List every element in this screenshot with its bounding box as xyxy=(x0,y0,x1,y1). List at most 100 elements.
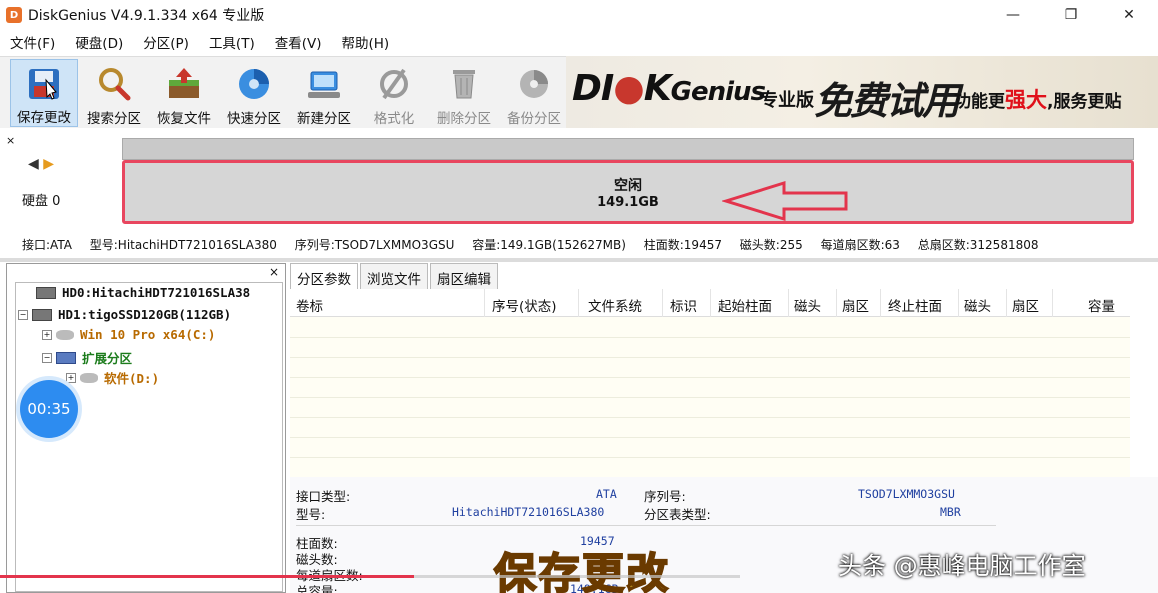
video-progress-bar[interactable] xyxy=(0,575,740,578)
new-partition-icon xyxy=(305,65,343,103)
menu-disk[interactable]: 硬盘(D) xyxy=(65,32,133,52)
red-arrow-annotation-icon xyxy=(722,180,848,222)
promo-banner[interactable]: DI●KGenius 专业版 免费试用 功能更强大,服务更贴 xyxy=(566,56,1158,128)
grid-row-line xyxy=(290,357,1130,358)
menu-bar: 文件(F) 硬盘(D) 分区(P) 工具(T) 查看(V) 帮助(H) xyxy=(0,30,1158,54)
delete-partition-button[interactable]: 删除分区 xyxy=(430,59,498,127)
partition-icon xyxy=(80,372,98,383)
app-logo-icon: D xyxy=(6,7,22,23)
col-filesystem[interactable]: 文件系统 xyxy=(588,295,642,315)
recover-icon xyxy=(165,65,203,103)
save-icon xyxy=(25,66,63,102)
new-partition-label: 新建分区 xyxy=(297,111,351,127)
prop-interface-value: ATA xyxy=(596,487,617,501)
free-space-block[interactable]: 空闲 149.1GB xyxy=(122,160,1134,224)
search-partition-label: 搜索分区 xyxy=(87,111,141,127)
tree-item-c-drive[interactable]: + Win 10 Pro x64(C:) xyxy=(42,327,215,342)
col-volume-label[interactable]: 卷标 xyxy=(296,295,323,315)
tree-item-hd0[interactable]: HD0:HitachiHDT721016SLA38 xyxy=(36,285,250,300)
prop-interface-label: 接口类型: xyxy=(296,489,351,504)
menu-partition[interactable]: 分区(P) xyxy=(133,32,199,52)
col-start-head[interactable]: 磁头 xyxy=(794,295,821,315)
tree-item-extended[interactable]: − 扩展分区 xyxy=(42,348,132,367)
grid-row-line xyxy=(290,337,1130,338)
close-button[interactable]: ✕ xyxy=(1100,0,1158,30)
expand-icon[interactable]: + xyxy=(42,329,52,340)
col-id[interactable]: 标识 xyxy=(670,295,697,315)
backup-partition-button[interactable]: 备份分区 xyxy=(500,59,568,127)
tree-item-hd1[interactable]: − HD1:tigoSSD120GB(112GB) xyxy=(18,307,231,322)
prop-total-capacity-label: 总容量: xyxy=(296,584,338,593)
disk-info-capacity: 容量:149.1GB(152627MB) xyxy=(472,238,626,252)
hard-disk-icon xyxy=(36,286,56,299)
menu-help[interactable]: 帮助(H) xyxy=(332,32,400,52)
window-controls: — ❐ ✕ xyxy=(984,0,1158,30)
prop-serial-label: 序列号: xyxy=(644,489,686,504)
table-scrollbar[interactable] xyxy=(1130,289,1158,479)
disk-label: 硬盘 0 xyxy=(22,194,61,209)
col-end-cylinder[interactable]: 终止柱面 xyxy=(888,295,942,315)
format-label: 格式化 xyxy=(373,111,415,127)
diskgenius-logo: DI●KGenius xyxy=(572,68,766,109)
menu-file[interactable]: 文件(F) xyxy=(0,32,65,52)
prop-model-label: 型号: xyxy=(296,507,326,522)
quick-partition-button[interactable]: 快速分区 xyxy=(220,59,288,127)
window-title: DiskGenius V4.9.1.334 x64 专业版 xyxy=(28,8,265,24)
collapse-icon[interactable]: − xyxy=(42,352,52,363)
disk-info-cylinders: 柱面数:19457 xyxy=(643,238,722,252)
tab-partition-params[interactable]: 分区参数 xyxy=(290,263,358,289)
prop-model-value: HitachiHDT721016SLA380 xyxy=(452,505,605,519)
col-start-sector[interactable]: 扇区 xyxy=(842,295,869,315)
maximize-button[interactable]: ❐ xyxy=(1042,0,1100,30)
partition-table-body[interactable] xyxy=(290,317,1130,477)
save-changes-button[interactable]: 保存更改 xyxy=(10,59,78,127)
detail-tabs: 分区参数 浏览文件 扇区编辑 xyxy=(290,263,500,289)
format-icon xyxy=(375,65,413,103)
video-subtitle: 保存更改 xyxy=(493,548,671,593)
next-disk-icon[interactable]: ▶ xyxy=(43,156,54,172)
expand-icon[interactable]: + xyxy=(66,372,76,383)
backup-icon xyxy=(515,65,553,103)
col-capacity[interactable]: 容量 xyxy=(1088,295,1115,315)
minimize-button[interactable]: — xyxy=(984,0,1042,30)
disk-info-sectors-per-track: 每道扇区数:63 xyxy=(820,238,900,252)
col-start-cylinder[interactable]: 起始柱面 xyxy=(718,295,772,315)
disk-info-model: 型号:HitachiHDT721016SLA380 xyxy=(89,238,277,252)
col-end-sector[interactable]: 扇区 xyxy=(1012,295,1039,315)
collapse-icon[interactable]: − xyxy=(18,309,28,320)
prev-disk-icon[interactable]: ◀ xyxy=(28,156,39,172)
recover-files-label: 恢复文件 xyxy=(157,111,211,127)
disk-map-close-button[interactable]: × xyxy=(6,134,15,147)
col-end-head[interactable]: 磁头 xyxy=(964,295,991,315)
free-space-label: 空闲 xyxy=(614,178,642,194)
video-progress-fill xyxy=(0,575,415,578)
new-partition-button[interactable]: 新建分区 xyxy=(290,59,358,127)
save-changes-label: 保存更改 xyxy=(17,110,71,126)
partition-icon xyxy=(56,329,74,340)
tab-browse-files[interactable]: 浏览文件 xyxy=(360,263,428,289)
partition-table-header: 卷标 序号(状态) 文件系统 标识 起始柱面 磁头 扇区 终止柱面 磁头 扇区 … xyxy=(290,289,1158,317)
prop-serial-value: TSOD7LXMMO3GSU xyxy=(858,487,955,501)
grid-row-line xyxy=(290,417,1130,418)
grid-row-line xyxy=(290,397,1130,398)
disk-info-serial: 序列号:TSOD7LXMMO3GSU xyxy=(294,238,455,252)
tree-item-d-drive[interactable]: + 软件(D:) xyxy=(66,368,159,387)
col-index-status[interactable]: 序号(状态) xyxy=(492,295,557,315)
format-button[interactable]: 格式化 xyxy=(360,59,428,127)
prop-partition-table-label: 分区表类型: xyxy=(644,507,711,522)
menu-tools[interactable]: 工具(T) xyxy=(199,32,265,52)
menu-view[interactable]: 查看(V) xyxy=(265,32,332,52)
backup-partition-label: 备份分区 xyxy=(507,111,561,127)
video-watermark: 头条 @惠峰电脑工作室 xyxy=(838,552,1086,580)
recover-files-button[interactable]: 恢复文件 xyxy=(150,59,218,127)
detail-panel: 分区参数 浏览文件 扇区编辑 卷标 序号(状态) 文件系统 标识 起始柱面 磁头… xyxy=(290,263,1158,593)
disk-bar-header xyxy=(122,138,1134,160)
tab-sector-edit[interactable]: 扇区编辑 xyxy=(430,263,498,289)
disk-info-interface: 接口:ATA xyxy=(22,238,72,252)
search-partition-button[interactable]: 搜索分区 xyxy=(80,59,148,127)
grid-row-line xyxy=(290,437,1130,438)
tree-close-button[interactable]: × xyxy=(269,265,279,279)
banner-slogan: 功能更强大,服务更贴 xyxy=(954,88,1122,112)
splitter[interactable] xyxy=(0,258,1158,262)
search-icon xyxy=(95,65,133,103)
